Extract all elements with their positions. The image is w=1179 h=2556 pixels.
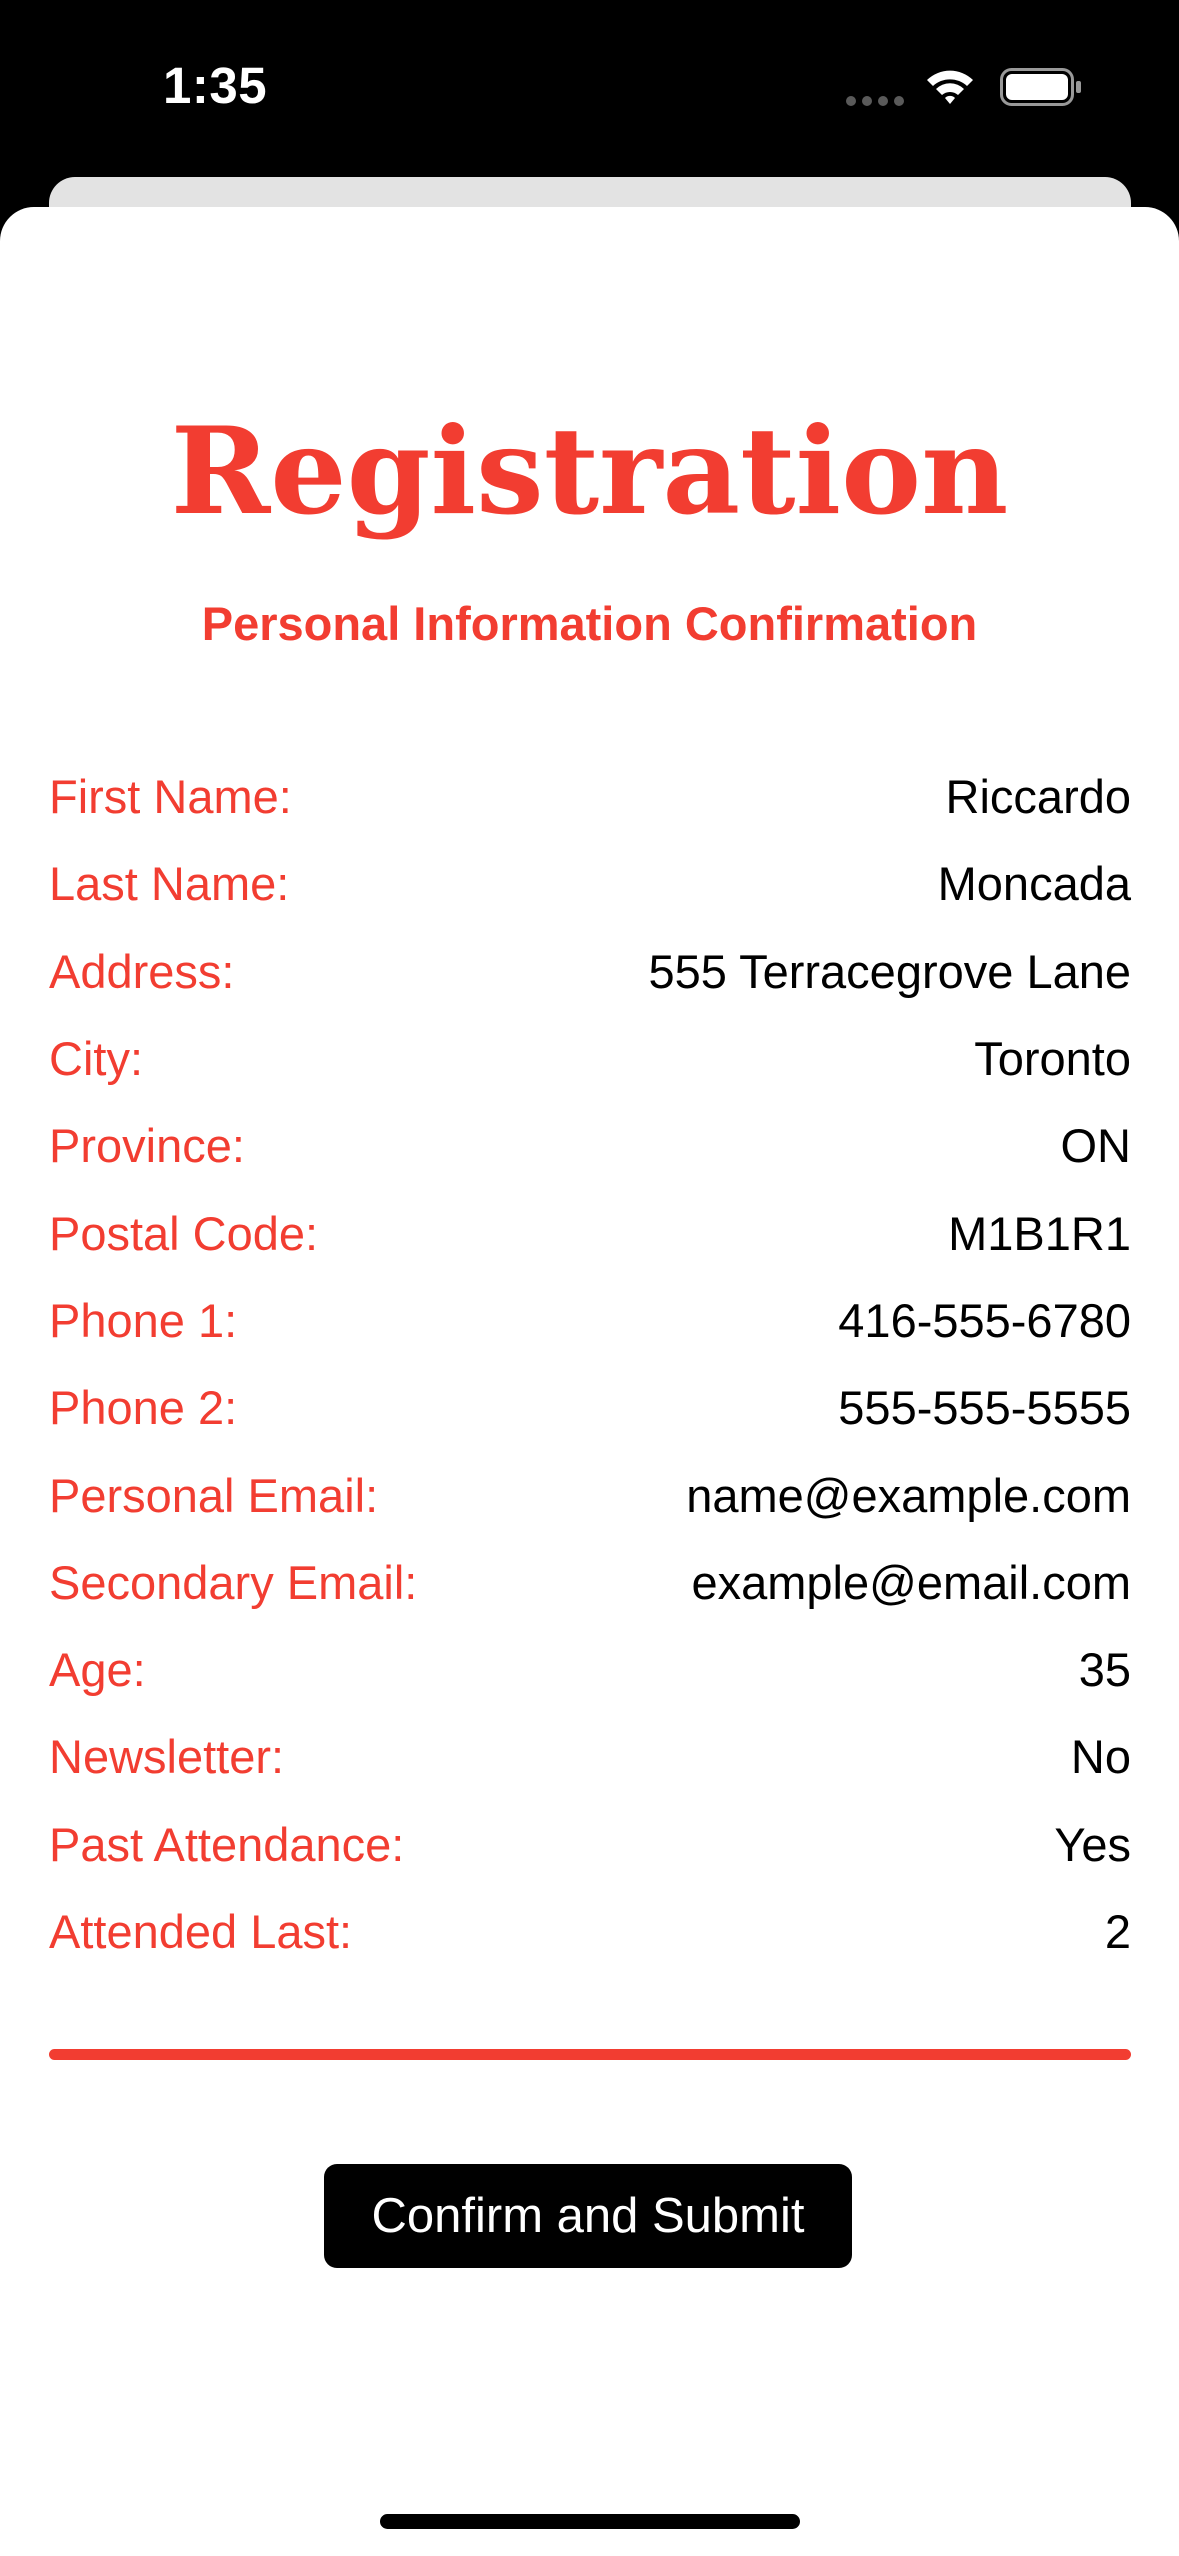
info-row-phone-1: Phone 1: 416-555-6780 (49, 1277, 1131, 1364)
personal-info-list: First Name: Riccardo Last Name: Moncada … (49, 753, 1131, 1975)
field-label: Phone 1: (49, 1293, 238, 1347)
wifi-icon (927, 70, 973, 104)
info-row-first-name: First Name: Riccardo (49, 753, 1131, 840)
field-value: 35 (1078, 1643, 1131, 1697)
info-row-personal-email: Personal Email: name@example.com (49, 1451, 1131, 1538)
field-value: M1B1R1 (948, 1206, 1131, 1260)
field-value: Toronto (974, 1032, 1131, 1086)
field-value: 555 Terracegrove Lane (648, 944, 1131, 998)
field-label: Last Name: (49, 857, 290, 911)
battery-icon (1000, 68, 1081, 106)
info-row-past-attendance: Past Attendance: Yes (49, 1801, 1131, 1888)
field-label: Attended Last: (49, 1905, 353, 1958)
field-label: Address: (49, 944, 235, 998)
info-row-province: Province: ON (49, 1102, 1131, 1189)
field-value: 555-555-5555 (838, 1381, 1131, 1435)
info-row-newsletter: Newsletter: No (49, 1713, 1131, 1800)
field-label: Province: (49, 1119, 245, 1173)
field-value: Moncada (937, 857, 1131, 911)
field-value: Yes (1054, 1817, 1131, 1871)
field-label: Postal Code: (49, 1206, 319, 1260)
field-value: 2 (1104, 1905, 1131, 1958)
field-label: Phone 2: (49, 1381, 238, 1435)
cellular-signal-icon (846, 96, 906, 106)
status-bar: 1:35 (0, 0, 1179, 175)
info-row-secondary-email: Secondary Email: example@email.com (49, 1539, 1131, 1626)
field-label: Personal Email: (49, 1468, 379, 1522)
field-label: First Name: (49, 770, 292, 824)
field-label: Newsletter: (49, 1730, 285, 1784)
section-divider (49, 2049, 1131, 2060)
field-value: No (1070, 1730, 1131, 1784)
home-indicator[interactable] (380, 2514, 800, 2529)
info-row-age: Age: 35 (49, 1626, 1131, 1713)
info-row-phone-2: Phone 2: 555-555-5555 (49, 1364, 1131, 1451)
info-row-last-name: Last Name: Moncada (49, 840, 1131, 927)
field-value: name@example.com (686, 1468, 1131, 1522)
field-value: 416-555-6780 (838, 1293, 1131, 1347)
field-label: Secondary Email: (49, 1555, 418, 1609)
status-time: 1:35 (163, 57, 268, 114)
field-value: Riccardo (945, 770, 1131, 824)
info-row-address: Address: 555 Terracegrove Lane (49, 928, 1131, 1015)
page-subtitle: Personal Information Confirmation (201, 597, 978, 650)
field-label: Age: (49, 1643, 146, 1697)
field-label: City: (49, 1032, 143, 1086)
info-row-city: City: Toronto (49, 1015, 1131, 1102)
field-value: example@email.com (691, 1555, 1131, 1609)
page-title: Registration (170, 401, 1009, 542)
field-label: Past Attendance: (49, 1817, 405, 1871)
info-row-postal-code: Postal Code: M1B1R1 (49, 1189, 1131, 1276)
field-value: ON (1060, 1119, 1132, 1173)
confirm-submit-button[interactable]: Confirm and Submit (324, 2164, 852, 2268)
info-row-attended-last: Attended Last: 2 (49, 1888, 1131, 1975)
